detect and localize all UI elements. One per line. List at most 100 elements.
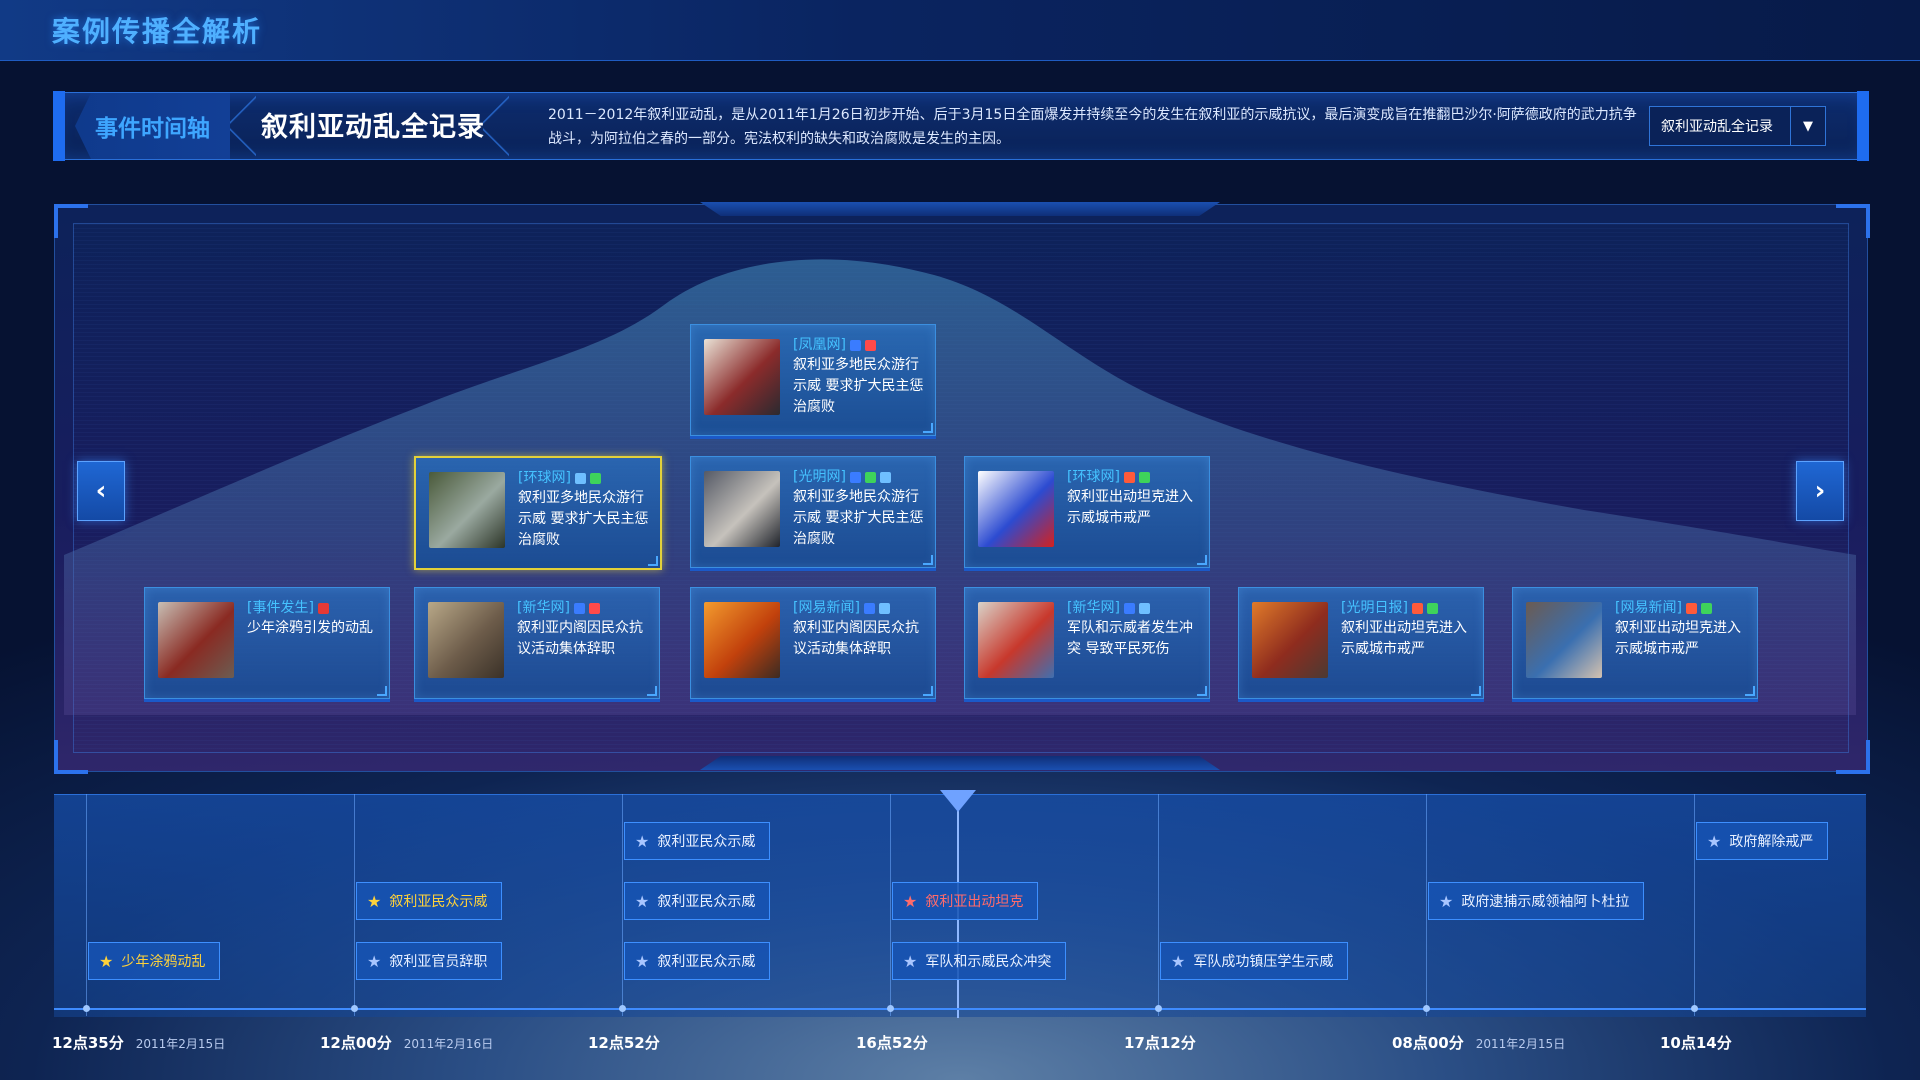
news-thumbnail[interactable] <box>1252 602 1328 678</box>
news-card[interactable]: [环球网] 叙利亚多地民众游行示威 要求扩大民主惩治腐败 <box>414 456 662 570</box>
timeline-time: 08点00分 <box>1392 1034 1464 1052</box>
timeline-event-label: 叙利亚官员辞职 <box>389 954 488 970</box>
timeline-event-tag[interactable]: ★ 叙利亚官员辞职 <box>356 942 503 980</box>
news-headline[interactable]: 军队和示威者发生冲突 导致平民死伤 <box>1067 618 1201 660</box>
share-channel-icon <box>849 339 861 351</box>
news-thumbnail[interactable] <box>158 602 234 678</box>
title-separator <box>483 93 509 159</box>
news-headline[interactable]: 叙利亚多地民众游行示威 要求扩大民主惩治腐败 <box>793 487 927 550</box>
timeline-dot[interactable] <box>1423 1005 1430 1012</box>
news-headline[interactable]: 叙利亚多地民众游行示威 要求扩大民主惩治腐败 <box>518 488 652 551</box>
timeline-event-tag[interactable]: ★ 政府解除戒严 <box>1696 822 1829 860</box>
star-icon: ★ <box>635 831 650 851</box>
news-card[interactable]: [网易新闻] 叙利亚内阁因民众抗议活动集体辞职 <box>690 587 936 699</box>
news-source[interactable]: [网易新闻] <box>1615 597 1712 617</box>
news-card[interactable]: [凤凰网] 叙利亚多地民众游行示威 要求扩大民主惩治腐败 <box>690 324 936 436</box>
news-headline[interactable]: 叙利亚多地民众游行示威 要求扩大民主惩治腐败 <box>793 355 927 418</box>
timeline-dot[interactable] <box>83 1005 90 1012</box>
news-card[interactable]: [事件发生] 少年涂鸦引发的动乱 <box>144 587 390 699</box>
share-channel-icon <box>863 602 875 614</box>
news-thumbnail[interactable] <box>704 602 780 678</box>
news-thumbnail[interactable] <box>429 472 505 548</box>
bar-corner-left <box>53 91 65 161</box>
news-source[interactable]: [凤凰网] <box>793 334 876 354</box>
timeline-event-tag[interactable]: ★ 叙利亚民众示威 <box>356 882 503 920</box>
news-thumbnail[interactable] <box>428 602 504 678</box>
news-source[interactable]: [光明日报] <box>1341 597 1438 617</box>
event-select-dropdown[interactable]: 叙利亚动乱全记录 ▼ <box>1649 106 1826 146</box>
news-source-label: [环球网] <box>1067 469 1120 485</box>
timeline-event-tag[interactable]: ★ 少年涂鸦动乱 <box>88 942 221 980</box>
news-source-label: [网易新闻] <box>793 600 860 616</box>
timeline-time-label: 08点00分 2011年2月15日 <box>1392 1032 1565 1053</box>
tab-event-timeline[interactable]: 事件时间轴 <box>75 93 230 159</box>
timeline-gridline <box>86 794 87 1016</box>
news-card[interactable]: [环球网] 叙利亚出动坦克进入示威城市戒严 <box>964 456 1210 568</box>
share-channel-icon <box>1138 471 1150 483</box>
card-corner-mark <box>1197 686 1207 696</box>
timeline-event-tag[interactable]: ★ 军队成功镇压学生示威 <box>1160 942 1349 980</box>
news-headline[interactable]: 少年涂鸦引发的动乱 <box>247 618 381 639</box>
timeline-event-tag[interactable]: ★ 叙利亚民众示威 <box>624 942 771 980</box>
news-source[interactable]: [光明网] <box>793 466 891 486</box>
share-channel-icon <box>1426 602 1438 614</box>
share-channel-icon <box>317 602 329 614</box>
timeline-event-tag[interactable]: ★ 军队和示威民众冲突 <box>892 942 1067 980</box>
timeline-dot[interactable] <box>887 1005 894 1012</box>
news-headline[interactable]: 叙利亚出动坦克进入示威城市戒严 <box>1067 487 1201 529</box>
event-description: 2011－2012年叙利亚动乱，是从2011年1月26日初步开始、后于3月15日… <box>548 107 1637 147</box>
news-source[interactable]: [环球网] <box>518 467 601 487</box>
news-card[interactable]: [新华网] 军队和示威者发生冲突 导致平民死伤 <box>964 587 1210 699</box>
news-card[interactable]: [光明网] 叙利亚多地民众游行示威 要求扩大民主惩治腐败 <box>690 456 936 568</box>
timeline-event-tag[interactable]: ★ 政府逮捕示威领袖阿卜杜拉 <box>1428 882 1645 920</box>
news-thumbnail[interactable] <box>978 602 1054 678</box>
news-source[interactable]: [环球网] <box>1067 466 1150 486</box>
news-card[interactable]: [光明日报] 叙利亚出动坦克进入示威城市戒严 <box>1238 587 1484 699</box>
news-card[interactable]: [新华网] 叙利亚内阁因民众抗议活动集体辞职 <box>414 587 660 699</box>
star-icon: ★ <box>367 891 382 911</box>
timeline-event-label: 少年涂鸦动乱 <box>121 954 206 970</box>
share-channel-icon <box>1411 602 1423 614</box>
timeline-event-tag[interactable]: ★ 叙利亚出动坦克 <box>892 882 1039 920</box>
news-source[interactable]: [新华网] <box>1067 597 1150 617</box>
current-time-marker[interactable] <box>940 790 976 812</box>
page-title: 案例传播全解析 <box>52 15 263 48</box>
timeline-time-label: 17点12分 <box>1124 1032 1196 1053</box>
news-source[interactable]: [事件发生] <box>247 597 329 617</box>
share-channel-icon <box>588 602 600 614</box>
share-channel-icon <box>1123 602 1135 614</box>
card-corner-mark <box>377 686 387 696</box>
timeline-time-label: 12点00分 2011年2月16日 <box>320 1032 493 1053</box>
timeline-dot[interactable] <box>1691 1005 1698 1012</box>
news-source[interactable]: [新华网] <box>517 597 600 617</box>
share-channel-icon <box>864 471 876 483</box>
news-headline[interactable]: 叙利亚内阁因民众抗议活动集体辞职 <box>517 618 651 660</box>
news-source[interactable]: [网易新闻] <box>793 597 890 617</box>
news-thumbnail[interactable] <box>978 471 1054 547</box>
card-corner-mark <box>923 686 933 696</box>
timeline-time-label: 12点35分 2011年2月15日 <box>52 1032 225 1053</box>
event-title: 叙利亚动乱全记录 <box>261 112 485 143</box>
timeline-gridline <box>1694 794 1695 1016</box>
news-headline[interactable]: 叙利亚出动坦克进入示威城市戒严 <box>1615 618 1749 660</box>
chevron-right-icon[interactable]: › <box>1796 461 1844 521</box>
caret-down-icon[interactable]: ▼ <box>1790 107 1825 145</box>
news-headline[interactable]: 叙利亚出动坦克进入示威城市戒严 <box>1341 618 1475 660</box>
chevron-left-icon[interactable]: ‹ <box>77 461 125 521</box>
news-thumbnail[interactable] <box>704 471 780 547</box>
share-channel-icon <box>574 472 586 484</box>
news-source-label: [网易新闻] <box>1615 600 1682 616</box>
news-thumbnail[interactable] <box>1526 602 1602 678</box>
timeline-event-tag[interactable]: ★ 叙利亚民众示威 <box>624 882 771 920</box>
timeline-dot[interactable] <box>351 1005 358 1012</box>
news-thumbnail[interactable] <box>704 339 780 415</box>
news-headline[interactable]: 叙利亚内阁因民众抗议活动集体辞职 <box>793 618 927 660</box>
frame-corner-tr <box>1836 204 1870 238</box>
news-source-label: [光明日报] <box>1341 600 1408 616</box>
share-channel-icon <box>849 471 861 483</box>
news-card[interactable]: [网易新闻] 叙利亚出动坦克进入示威城市戒严 <box>1512 587 1758 699</box>
timeline-dot[interactable] <box>1155 1005 1162 1012</box>
timeline-dot[interactable] <box>619 1005 626 1012</box>
timeline-event-tag[interactable]: ★ 叙利亚民众示威 <box>624 822 771 860</box>
card-corner-mark <box>923 555 933 565</box>
